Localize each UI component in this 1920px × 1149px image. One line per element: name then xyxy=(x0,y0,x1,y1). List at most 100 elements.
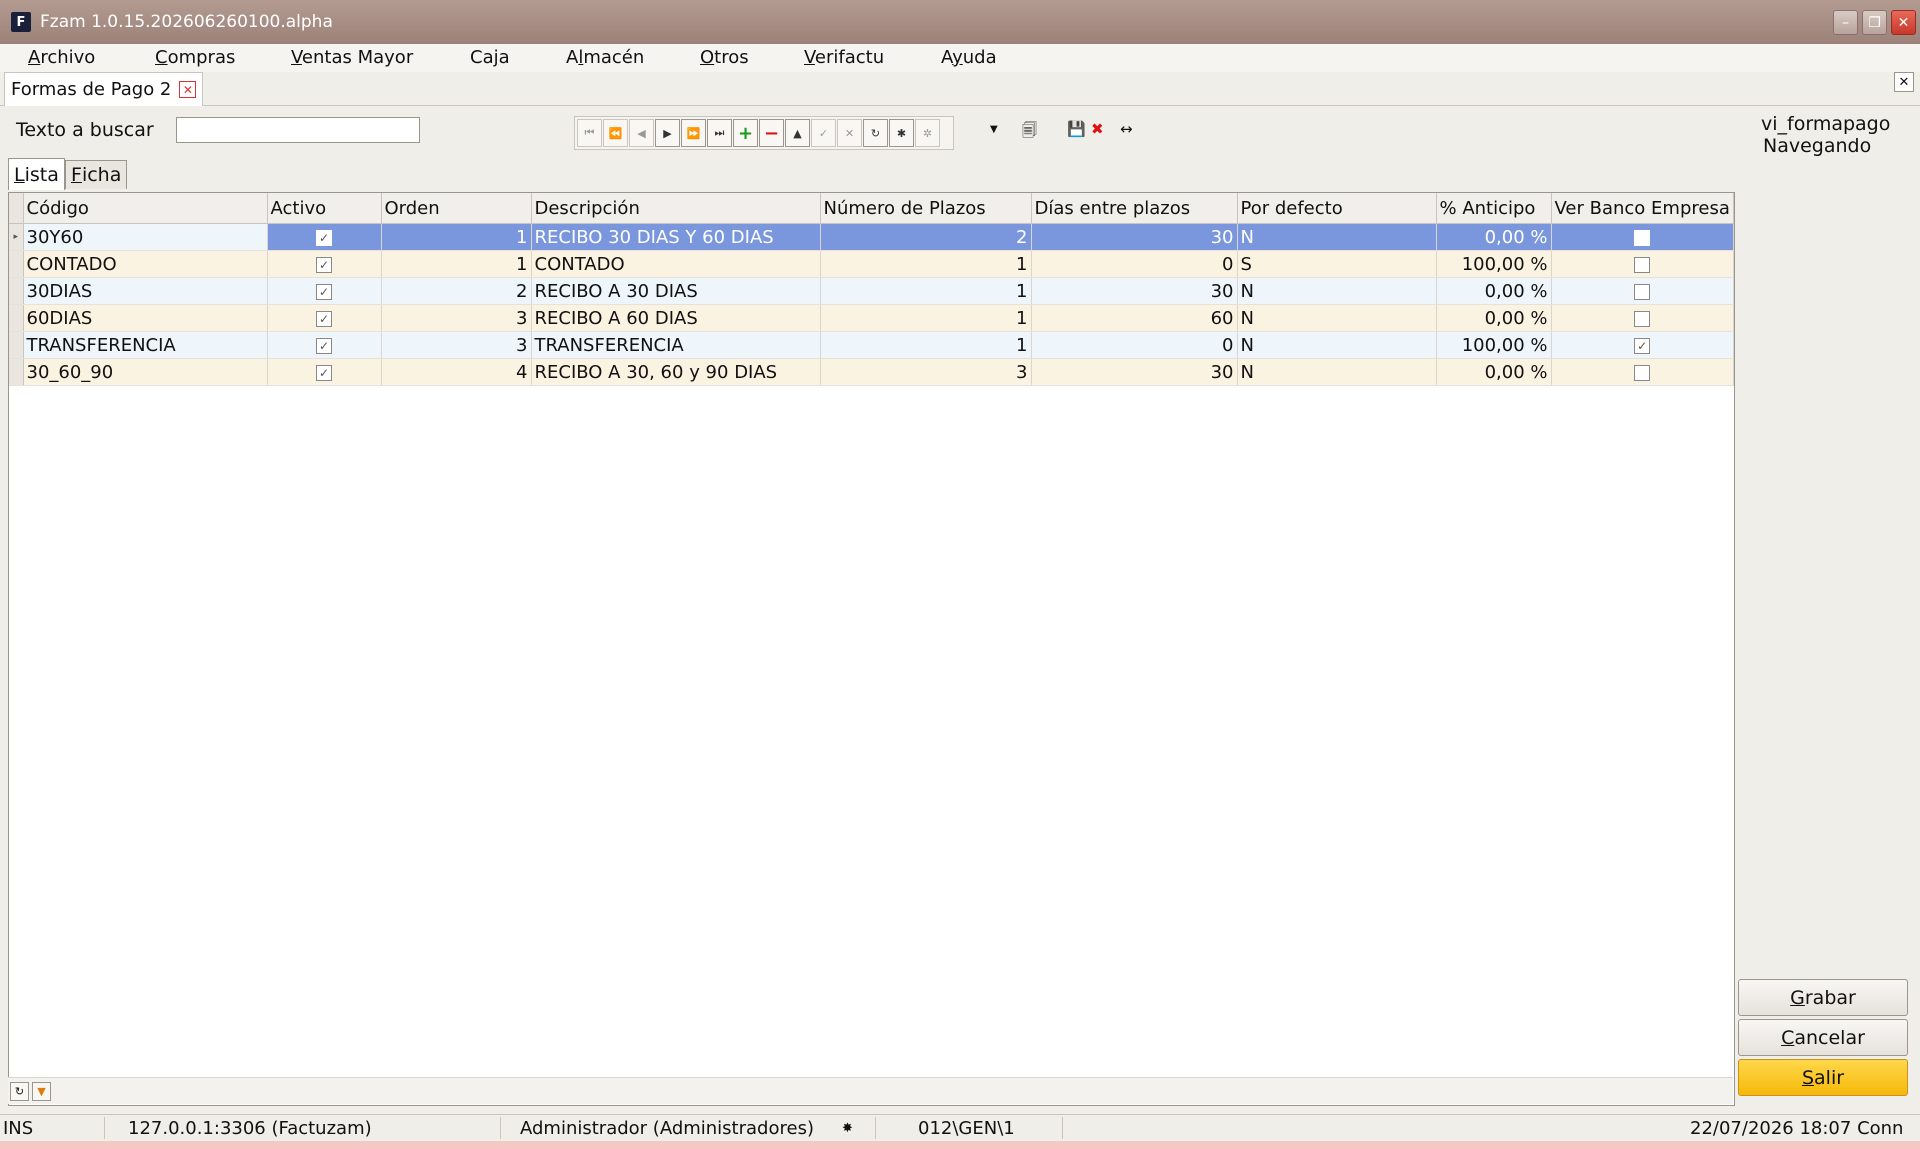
cell-orden[interactable]: 3 xyxy=(381,331,532,359)
save-button[interactable]: Grabar xyxy=(1738,979,1908,1016)
cell-dias-entre-plazos[interactable]: 0 xyxy=(1031,331,1238,359)
edit-record-icon[interactable]: ▲ xyxy=(785,119,810,147)
cancel-updates-icon[interactable]: ✲ xyxy=(915,119,940,147)
cell-codigo[interactable]: 30Y60 xyxy=(23,223,268,251)
menu-almacen[interactable]: Almacén xyxy=(566,47,644,68)
export-icon[interactable]: 🗐 xyxy=(1022,120,1037,145)
column-header-codigo[interactable]: Código xyxy=(23,193,268,224)
cell-ver-banco[interactable] xyxy=(1551,358,1734,386)
menu-caja[interactable]: Caja xyxy=(470,47,510,68)
user-settings-icon[interactable]: ✸ xyxy=(842,1121,853,1136)
cell-ver-banco[interactable] xyxy=(1551,250,1734,278)
checkbox[interactable]: ✓ xyxy=(1634,337,1651,354)
cell-por-defecto[interactable]: N xyxy=(1237,304,1437,332)
cell-activo[interactable]: ✓ xyxy=(267,358,382,386)
panel-close-icon[interactable]: ✕ xyxy=(1894,72,1914,92)
minimize-icon[interactable]: – xyxy=(1833,10,1858,35)
cell-ver-banco[interactable] xyxy=(1551,277,1734,305)
table-row[interactable]: 30_60_90 ✓ 4 RECIBO A 30, 60 y 90 DIAS 3 30 N 0… xyxy=(9,358,1734,386)
title-bar[interactable]: F Fzam 1.0.15.202606260100.alpha – ❐ ✕ xyxy=(0,0,1920,44)
cell-activo[interactable]: ✓ xyxy=(267,250,382,278)
checkbox[interactable] xyxy=(1634,364,1651,381)
cell-anticipo[interactable]: 100,00 % xyxy=(1436,250,1552,278)
data-grid[interactable]: Código Activo Orden Descripción Número d… xyxy=(8,192,1735,1106)
cell-numero-plazos[interactable]: 1 xyxy=(820,304,1032,332)
cell-numero-plazos[interactable]: 2 xyxy=(820,223,1032,251)
cell-descripcion[interactable]: CONTADO xyxy=(531,250,821,278)
tab-close-icon[interactable]: ✕ xyxy=(179,81,197,98)
column-header-activo[interactable]: Activo xyxy=(267,193,382,224)
refresh-grid-icon[interactable]: ↻ xyxy=(10,1082,29,1101)
restore-icon[interactable]: ❐ xyxy=(1862,10,1887,35)
menu-ayuda[interactable]: Ayuda xyxy=(941,47,997,68)
cell-numero-plazos[interactable]: 3 xyxy=(820,358,1032,386)
cell-activo[interactable]: ✓ xyxy=(267,304,382,332)
post-record-icon[interactable]: ✓ xyxy=(811,119,836,147)
menu-otros[interactable]: Otros xyxy=(700,47,749,68)
checkbox[interactable]: ✓ xyxy=(316,283,332,300)
cell-descripcion[interactable]: RECIBO A 30, 60 y 90 DIAS xyxy=(531,358,821,386)
cell-anticipo[interactable]: 0,00 % xyxy=(1436,358,1552,386)
column-header-por-defecto[interactable]: Por defecto xyxy=(1237,193,1437,224)
clear-layout-icon[interactable]: ✖ xyxy=(1091,120,1104,138)
menu-verifactu[interactable]: Verifactu xyxy=(804,47,884,68)
cell-orden[interactable]: 1 xyxy=(381,250,532,278)
cell-anticipo[interactable]: 0,00 % xyxy=(1436,277,1552,305)
cell-ver-banco[interactable] xyxy=(1551,223,1734,251)
checkbox[interactable] xyxy=(1634,229,1651,246)
cell-por-defecto[interactable]: N xyxy=(1237,331,1437,359)
cell-orden[interactable]: 4 xyxy=(381,358,532,386)
next-record-icon[interactable]: ▶ xyxy=(655,119,680,147)
cell-dias-entre-plazos[interactable]: 30 xyxy=(1031,277,1238,305)
tab-lista[interactable]: Lista xyxy=(8,158,65,190)
cell-descripcion[interactable]: RECIBO A 30 DIAS xyxy=(531,277,821,305)
cell-por-defecto[interactable]: N xyxy=(1237,223,1437,251)
cell-numero-plazos[interactable]: 1 xyxy=(820,277,1032,305)
checkbox[interactable]: ✓ xyxy=(316,256,332,273)
prior-record-icon[interactable]: ◀ xyxy=(629,119,654,147)
table-row[interactable]: 30DIAS ✓ 2 RECIBO A 30 DIAS 1 30 N 0,00 % xyxy=(9,277,1734,305)
column-header-descripcion[interactable]: Descripción xyxy=(531,193,821,224)
checkbox[interactable] xyxy=(1634,283,1651,300)
close-icon[interactable]: ✕ xyxy=(1891,10,1916,35)
checkbox[interactable]: ✓ xyxy=(316,364,332,381)
cell-por-defecto[interactable]: N xyxy=(1237,277,1437,305)
cell-activo[interactable]: ✓ xyxy=(267,331,382,359)
cell-codigo[interactable]: 30_60_90 xyxy=(23,358,268,386)
cell-orden[interactable]: 3 xyxy=(381,304,532,332)
table-row[interactable]: TRANSFERENCIA ✓ 3 TRANSFERENCIA 1 0 N 100,00 % ✓ xyxy=(9,331,1734,359)
menu-ventas-mayor[interactable]: Ventas Mayor xyxy=(291,47,413,68)
cell-orden[interactable]: 1 xyxy=(381,223,532,251)
checkbox[interactable]: ✓ xyxy=(316,337,332,354)
cell-numero-plazos[interactable]: 1 xyxy=(820,331,1032,359)
cell-anticipo[interactable]: 0,00 % xyxy=(1436,223,1552,251)
last-record-icon[interactable]: ⏭ xyxy=(707,119,732,147)
column-header-ver-banco[interactable]: Ver Banco Empresa xyxy=(1551,193,1734,224)
search-input[interactable] xyxy=(176,117,420,143)
cancel-edit-icon[interactable]: ✕ xyxy=(837,119,862,147)
filter-icon[interactable]: ▼ xyxy=(32,1082,51,1101)
cell-codigo[interactable]: 60DIAS xyxy=(23,304,268,332)
cell-ver-banco[interactable]: ✓ xyxy=(1551,331,1734,359)
first-record-icon[interactable]: ⏮ xyxy=(577,119,602,147)
cell-ver-banco[interactable] xyxy=(1551,304,1734,332)
insert-record-icon[interactable]: + xyxy=(733,119,758,147)
dropdown-arrow-icon[interactable]: ▼ xyxy=(990,124,998,135)
cell-anticipo[interactable]: 100,00 % xyxy=(1436,331,1552,359)
column-header-anticipo[interactable]: % Anticipo xyxy=(1436,193,1552,224)
cell-dias-entre-plazos[interactable]: 60 xyxy=(1031,304,1238,332)
prior-page-icon[interactable]: ⏪ xyxy=(603,119,628,147)
checkbox[interactable] xyxy=(1634,310,1651,327)
apply-updates-icon[interactable]: ✱ xyxy=(889,119,914,147)
checkbox[interactable] xyxy=(1634,256,1651,273)
cell-por-defecto[interactable]: N xyxy=(1237,358,1437,386)
cell-dias-entre-plazos[interactable]: 0 xyxy=(1031,250,1238,278)
cell-codigo[interactable]: 30DIAS xyxy=(23,277,268,305)
column-header-orden[interactable]: Orden xyxy=(381,193,532,224)
cell-dias-entre-plazos[interactable]: 30 xyxy=(1031,358,1238,386)
table-row[interactable]: 60DIAS ✓ 3 RECIBO A 60 DIAS 1 60 N 0,00 % xyxy=(9,304,1734,332)
cell-activo[interactable]: ✓ xyxy=(267,223,382,251)
checkbox[interactable]: ✓ xyxy=(316,229,332,246)
cell-numero-plazos[interactable]: 1 xyxy=(820,250,1032,278)
cell-descripcion[interactable]: RECIBO A 60 DIAS xyxy=(531,304,821,332)
